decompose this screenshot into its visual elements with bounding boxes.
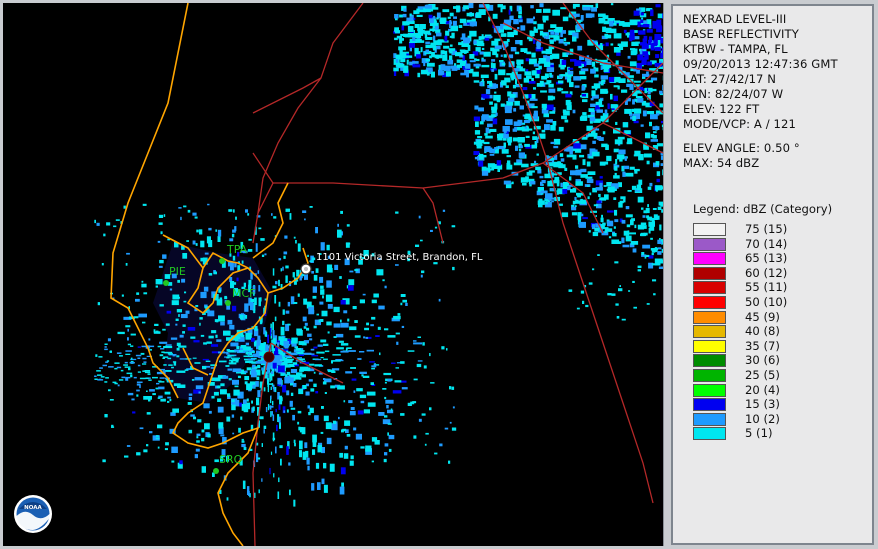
city-marker-mcf bbox=[225, 300, 231, 306]
legend-swatch bbox=[693, 383, 726, 397]
legend-swatch bbox=[693, 281, 726, 295]
road bbox=[422, 187, 444, 244]
legend-label: 5 (1) bbox=[745, 426, 773, 441]
city-marker-pie bbox=[163, 280, 169, 286]
legend-item: 45 (9) bbox=[693, 309, 863, 325]
legend-swatch bbox=[693, 398, 726, 412]
legend-label: 40 (8) bbox=[745, 324, 780, 339]
radar-map-canvas: 1101 Victoria Street, Brandon, FL TPA PI… bbox=[14, 3, 663, 546]
station-name: KTBW - TAMPA, FL bbox=[683, 42, 788, 56]
legend-swatch bbox=[693, 310, 726, 324]
legend-label: 10 (2) bbox=[745, 411, 780, 426]
city-marker-srq bbox=[213, 468, 219, 474]
road bbox=[252, 3, 364, 244]
legend-swatch bbox=[693, 223, 726, 236]
legend-item: 25 (5) bbox=[693, 368, 863, 383]
legend-label: 35 (7) bbox=[745, 338, 780, 353]
scan-datetime: 09/20/2013 12:47:36 GMT bbox=[683, 57, 838, 71]
legend-swatch bbox=[693, 354, 726, 368]
legend-item: 5 (1) bbox=[693, 426, 863, 441]
legend-item: 70 (14) bbox=[693, 236, 863, 252]
legend-swatch bbox=[693, 296, 726, 309]
legend-label: 50 (10) bbox=[745, 295, 788, 309]
legend-item: 10 (2) bbox=[693, 411, 863, 427]
coastline bbox=[252, 182, 289, 259]
city-marker-tpa bbox=[219, 258, 225, 264]
city-label-pie: PIE bbox=[169, 265, 186, 278]
legend-label: 45 (9) bbox=[745, 309, 780, 324]
legend-item: 55 (11) bbox=[693, 280, 863, 295]
legend-item: 35 (7) bbox=[693, 338, 863, 354]
legend-item: 50 (10) bbox=[693, 295, 863, 310]
legend-label: 70 (14) bbox=[745, 236, 788, 251]
info-panel: NEXRAD LEVEL-III BASE REFLECTIVITY KTBW … bbox=[671, 4, 874, 545]
legend-swatch bbox=[693, 325, 726, 339]
radar-map[interactable]: 1101 Victoria Street, Brandon, FL TPA PI… bbox=[3, 3, 664, 546]
city-label-mcf: MCF bbox=[232, 287, 256, 300]
product-name: NEXRAD LEVEL-III bbox=[683, 12, 787, 26]
legend-item: 75 (15) bbox=[693, 222, 863, 237]
legend-title: Legend: dBZ (Category) bbox=[693, 202, 833, 216]
legend-label: 25 (5) bbox=[745, 368, 780, 382]
legend-swatch bbox=[693, 266, 726, 280]
elev-angle: ELEV ANGLE: 0.50 ° bbox=[683, 141, 800, 155]
legend-label: 55 (11) bbox=[745, 280, 788, 295]
legend-swatch bbox=[693, 339, 726, 353]
radar-site-marker bbox=[263, 351, 275, 363]
location-label: 1101 Victoria Street, Brandon, FL bbox=[316, 252, 483, 263]
legend-swatch bbox=[693, 252, 726, 266]
noaa-logo: NOAA bbox=[14, 495, 52, 533]
legend-swatch bbox=[693, 427, 726, 441]
mode-vcp: MODE/VCP: A / 121 bbox=[683, 117, 796, 131]
station-lat: LAT: 27/42/17 N bbox=[683, 72, 777, 86]
legend-label: 20 (4) bbox=[745, 382, 780, 397]
legend-label: 30 (6) bbox=[745, 353, 780, 368]
legend-swatch bbox=[693, 369, 726, 382]
station-lon: LON: 82/24/07 W bbox=[683, 87, 784, 101]
legend-label: 75 (15) bbox=[745, 222, 788, 236]
legend-swatch bbox=[693, 412, 726, 426]
legend-label: 65 (13) bbox=[745, 251, 788, 266]
legend-item: 20 (4) bbox=[693, 382, 863, 398]
legend-label: 15 (3) bbox=[745, 397, 780, 412]
legend-item: 40 (8) bbox=[693, 324, 863, 339]
legend-item: 15 (3) bbox=[693, 397, 863, 412]
radar-window: 1101 Victoria Street, Brandon, FL TPA PI… bbox=[0, 0, 878, 549]
max-dbz: MAX: 54 dBZ bbox=[683, 156, 760, 170]
legend-item: 65 (13) bbox=[693, 251, 863, 266]
legend-label: 60 (12) bbox=[745, 265, 788, 280]
legend-item: 60 (12) bbox=[693, 265, 863, 281]
legend-item: 30 (6) bbox=[693, 353, 863, 368]
city-label-srq: SRQ bbox=[219, 453, 243, 466]
legend-swatch bbox=[693, 237, 726, 251]
product-type: BASE REFLECTIVITY bbox=[683, 27, 799, 41]
station-elev: ELEV: 122 FT bbox=[683, 102, 760, 116]
road bbox=[252, 77, 322, 114]
svg-text:NOAA: NOAA bbox=[24, 505, 42, 511]
city-label-tpa: TPA bbox=[226, 243, 248, 256]
